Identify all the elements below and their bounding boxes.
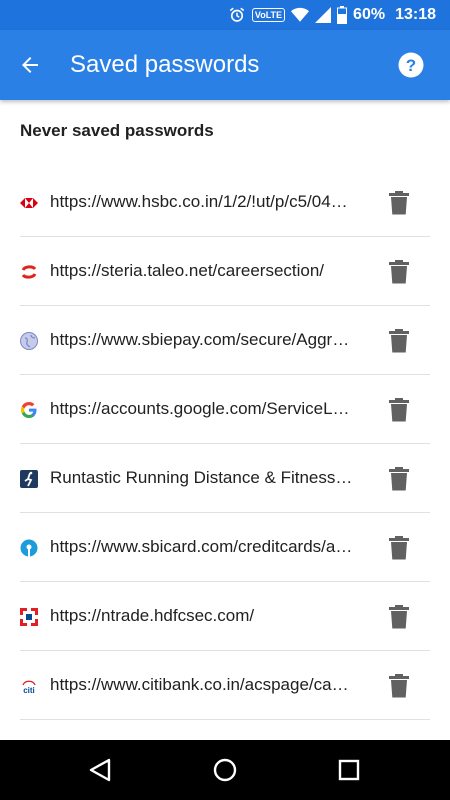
saved-site-url: https://www.hsbc.co.in/1/2/!ut/p/c5/04_S… [50, 192, 354, 211]
delete-button[interactable] [386, 328, 412, 354]
delete-icon [389, 260, 409, 284]
saved-site-url: https://www.sbicard.com/creditcards/app/… [50, 537, 354, 556]
never-saved-list: https://www.hsbc.co.in/1/2/!ut/p/c5/04_S… [0, 168, 450, 720]
delete-icon [389, 605, 409, 629]
list-item[interactable]: https://ntrade.hdfcsec.com/ [0, 582, 450, 651]
help-icon: ? [398, 52, 424, 78]
saved-site-url: https://ntrade.hdfcsec.com/ [50, 606, 255, 625]
list-item[interactable]: https://www.hsbc.co.in/1/2/!ut/p/c5/04_S… [0, 168, 450, 237]
sbi-favicon [20, 539, 38, 557]
nav-back-icon [89, 758, 111, 782]
row-divider [20, 719, 430, 720]
system-nav-bar [0, 740, 450, 800]
delete-button[interactable] [386, 604, 412, 630]
list-item[interactable]: https://steria.taleo.net/careersection/ [0, 237, 450, 306]
list-item[interactable]: Runtastic Running Distance & Fitness Tra… [0, 444, 450, 513]
runtastic-favicon [20, 470, 38, 488]
globe-favicon [20, 332, 38, 350]
google-favicon [21, 402, 37, 418]
nav-recents-button[interactable] [334, 755, 364, 785]
status-icons: VoLTE 60% 13:18 [228, 4, 436, 26]
steria-favicon [21, 265, 37, 279]
help-button[interactable]: ? [398, 52, 424, 78]
svg-text:citi: citi [23, 686, 35, 695]
arrow-back-icon [22, 57, 38, 73]
delete-button[interactable] [386, 397, 412, 423]
page-title: Saved passwords [70, 51, 260, 78]
saved-site-url: Runtastic Running Distance & Fitness Tra… [50, 468, 354, 487]
list-item[interactable]: citi https://www.citibank.co.in/acspage/… [0, 651, 450, 720]
delete-button[interactable] [386, 259, 412, 285]
citi-favicon: citi [22, 680, 36, 695]
volte-icon: VoLTE [251, 8, 286, 22]
clock: 13:18 [395, 6, 436, 23]
nav-back-button[interactable] [85, 755, 115, 785]
nav-recents-icon [338, 759, 360, 781]
delete-icon [389, 398, 409, 422]
battery-icon [337, 6, 348, 24]
alarm-icon [229, 7, 245, 22]
saved-site-url: https://steria.taleo.net/careersection/ [50, 261, 325, 280]
delete-icon [389, 329, 409, 353]
signal-icon [315, 7, 332, 23]
wifi-icon [291, 7, 310, 22]
list-item[interactable]: https://www.sbicard.com/creditcards/app/… [0, 513, 450, 582]
delete-icon [389, 467, 409, 491]
app-bar: Saved passwords ? [0, 30, 450, 100]
delete-button[interactable] [386, 190, 412, 216]
delete-icon [389, 536, 409, 560]
delete-button[interactable] [386, 466, 412, 492]
list-item[interactable]: https://www.sbiepay.com/secure/Aggregato… [0, 306, 450, 375]
nav-home-icon [213, 758, 237, 782]
saved-site-url: https://accounts.google.com/ServiceLogin [50, 399, 354, 418]
battery-percent: 60% [353, 6, 386, 23]
back-button[interactable] [14, 49, 46, 81]
delete-button[interactable] [386, 673, 412, 699]
hdfc-favicon [20, 608, 38, 626]
delete-button[interactable] [386, 535, 412, 561]
nav-home-button[interactable] [210, 755, 240, 785]
section-title: Never saved passwords [20, 121, 214, 140]
delete-icon [389, 674, 409, 698]
hsbc-favicon [20, 198, 38, 208]
status-bar: VoLTE 60% 13:18 [0, 0, 450, 30]
delete-icon [389, 191, 409, 215]
saved-site-url: https://www.citibank.co.in/acspage/carda… [50, 675, 354, 694]
list-item[interactable]: https://accounts.google.com/ServiceLogin [0, 375, 450, 444]
saved-site-url: https://www.sbiepay.com/secure/Aggregato… [50, 330, 354, 349]
svg-text:?: ? [406, 56, 416, 75]
